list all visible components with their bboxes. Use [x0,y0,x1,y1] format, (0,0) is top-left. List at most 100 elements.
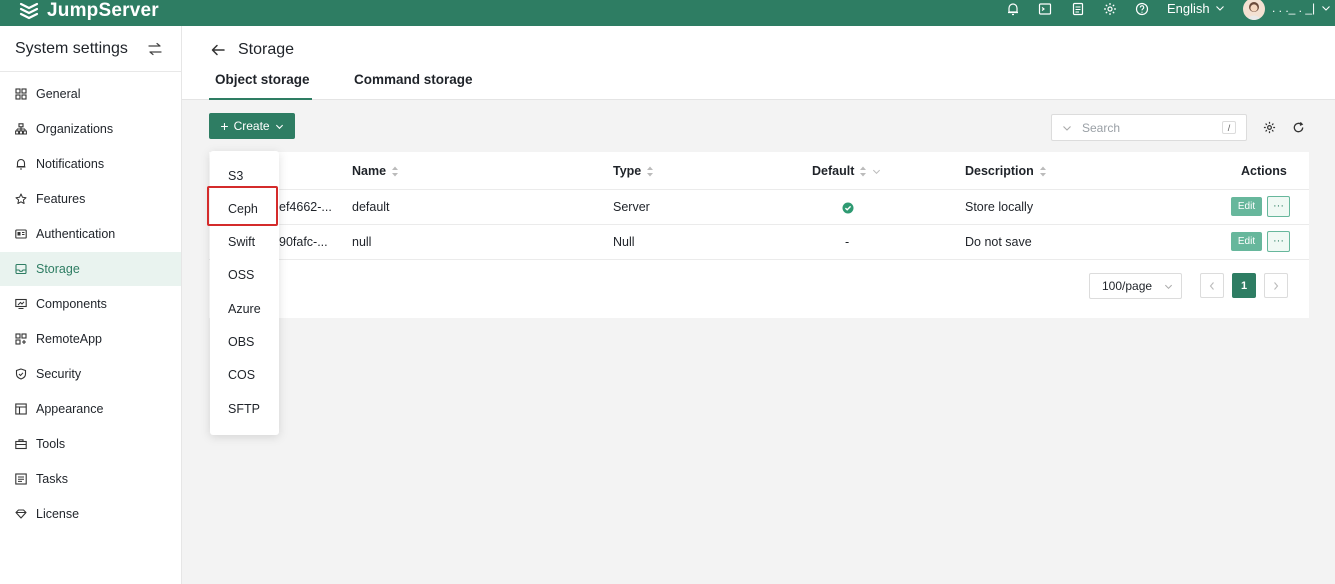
page-size-label: 100/page [1102,279,1153,293]
column-header-type[interactable]: Type [613,160,654,182]
page-size-select[interactable]: 100/page [1089,273,1182,299]
column-header-description[interactable]: Description [965,160,1047,182]
tab-command-storage[interactable]: Command storage [354,72,473,100]
sidebar-item-label: General [36,87,81,101]
sort-icon [860,166,867,176]
sidebar-item-authentication[interactable]: Authentication [0,217,181,251]
divider [209,259,1309,260]
menu-item-oss[interactable]: OSS [228,265,254,285]
menu-item-s3[interactable]: S3 [228,166,243,186]
sidebar-item-security[interactable]: Security [0,357,181,391]
layout-icon [15,403,27,415]
row-description: Do not save [965,235,1032,249]
chevron-down-icon [1215,6,1224,11]
menu-item-cos[interactable]: COS [228,365,255,385]
chevron-down-icon [275,124,283,129]
sidebar-item-components[interactable]: Components [0,287,181,321]
search-input[interactable]: Search / [1051,114,1247,141]
org-chart-icon [15,123,27,135]
brand-logo[interactable]: JumpServer [18,0,159,25]
more-button[interactable]: ··· [1267,231,1290,252]
sidebar-item-label: Tools [36,437,66,451]
plus-icon: + [220,118,229,134]
edit-button[interactable]: Edit [1231,197,1262,216]
id-card-icon [15,229,27,239]
create-button[interactable]: + Create [209,113,295,139]
refresh-icon[interactable] [1290,119,1306,135]
chevron-down-icon [1063,125,1071,131]
sidebar-header: System settings [0,26,181,72]
column-header-default[interactable]: Default [812,160,881,182]
apps-icon [15,333,27,345]
top-bar: JumpServer English . . ._ . _| [0,0,1335,26]
sidebar-item-features[interactable]: Features [0,182,181,216]
sidebar-item-tools[interactable]: Tools [0,427,181,461]
menu-item-azure[interactable]: Azure [228,299,261,319]
row-name[interactable]: null [352,232,371,252]
sidebar-item-appearance[interactable]: Appearance [0,392,181,426]
list-icon [15,473,27,485]
terminal-icon[interactable] [1036,0,1054,18]
sidebar-item-label: Storage [36,262,80,276]
column-label: Type [613,164,642,178]
filter-chevron-icon[interactable] [872,167,881,176]
row-name[interactable]: default [352,197,390,217]
page-number[interactable]: 1 [1232,273,1256,298]
sidebar-item-organizations[interactable]: Organizations [0,112,181,146]
avatar[interactable] [1243,0,1265,20]
sidebar-item-remoteapp[interactable]: RemoteApp [0,322,181,356]
back-arrow-icon[interactable] [210,43,226,57]
row-type: Server [613,200,650,214]
sidebar-item-notifications[interactable]: Notifications [0,147,181,181]
page-header: Storage [210,41,294,59]
sidebar-item-storage[interactable]: Storage [0,252,181,286]
menu-item-obs[interactable]: OBS [228,332,254,352]
sidebar-item-label: RemoteApp [36,332,103,346]
column-label: Description [965,164,1034,178]
page-title: Storage [238,41,295,58]
sidebar-item-general[interactable]: General [0,77,181,111]
sidebar-item-license[interactable]: License [0,497,181,531]
settings-icon[interactable] [1261,119,1277,135]
sidebar-item-label: Features [36,192,86,206]
toolbox-icon [15,439,27,450]
star-icon [15,193,27,204]
sidebar-item-tasks[interactable]: Tasks [0,462,181,496]
sort-icon [1039,166,1046,176]
default-check-icon [842,198,854,218]
next-page-button[interactable] [1264,273,1288,298]
swap-icon[interactable] [147,42,163,56]
tab-label: Object storage [215,72,310,87]
menu-item-swift[interactable]: Swift [228,232,255,252]
bell-icon[interactable] [1004,0,1022,18]
inbox-icon [15,263,27,275]
storage-table: Name Type Default Description Actions ef… [209,152,1309,318]
chevron-left-icon [1209,281,1214,290]
menu-item-sftp[interactable]: SFTP [228,399,260,419]
tab-label: Command storage [354,72,473,87]
row-id[interactable]: 90fafc-... [279,232,328,252]
prev-page-button[interactable] [1200,273,1224,298]
gear-icon[interactable] [1101,0,1119,18]
content-header: Storage Object storage Command storage [182,26,1335,100]
sidebar-item-label: License [36,507,80,521]
row-id[interactable]: ef4662-... [279,197,332,217]
column-label: Default [812,164,855,178]
column-label: Actions [1241,164,1287,178]
column-header-name[interactable]: Name [352,160,399,182]
search-shortcut: / [1222,121,1236,134]
user-menu[interactable]: . . ._ . _| [1272,0,1331,16]
brand-name: JumpServer [47,0,159,21]
help-icon[interactable] [1133,0,1151,18]
document-icon[interactable] [1069,0,1087,18]
language-selector[interactable]: English [1167,0,1225,16]
column-label: Name [352,164,387,178]
sidebar-item-label: Components [36,297,107,311]
language-label: English [1167,0,1210,16]
bell-icon [16,158,26,170]
row-description: Store locally [965,200,1034,214]
user-name: . . ._ . _| [1272,1,1316,15]
edit-button[interactable]: Edit [1231,232,1262,251]
more-button[interactable]: ··· [1267,196,1290,217]
tab-object-storage[interactable]: Object storage [209,72,312,100]
